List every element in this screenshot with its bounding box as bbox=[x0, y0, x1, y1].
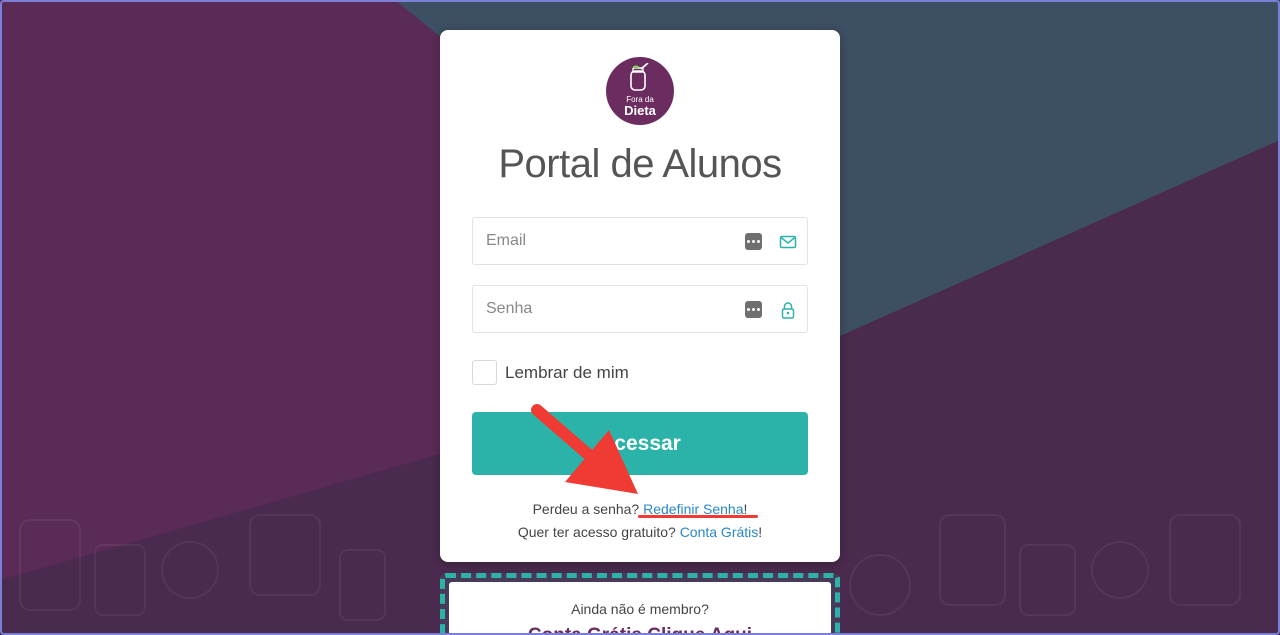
help-links: Perdeu a senha? Redefinir Senha! Quer te… bbox=[440, 498, 840, 544]
remember-me: Lembrar de mim bbox=[472, 360, 629, 385]
mail-icon bbox=[779, 235, 797, 249]
password-input[interactable] bbox=[473, 286, 723, 332]
remember-label[interactable]: Lembrar de mim bbox=[505, 363, 629, 383]
brand-logo: Fora da Dieta bbox=[606, 57, 674, 125]
free-account-link[interactable]: Conta Grátis bbox=[680, 524, 759, 540]
remember-checkbox[interactable] bbox=[472, 360, 497, 385]
promo-inner: Ainda não é membro? Conta Grátis Clique … bbox=[449, 582, 831, 635]
logo-text-line2: Dieta bbox=[624, 103, 656, 118]
password-manager-icon[interactable] bbox=[745, 233, 762, 250]
red-arrow-icon bbox=[531, 404, 638, 494]
password-manager-icon[interactable] bbox=[745, 301, 762, 318]
password-field bbox=[472, 285, 808, 333]
promo-cta-link[interactable]: Conta Grátis Clique Aqui bbox=[449, 625, 831, 635]
free-access-line: Quer ter acesso gratuito? Conta Grátis! bbox=[440, 521, 840, 544]
free-suffix: ! bbox=[758, 524, 763, 540]
jar-icon bbox=[630, 63, 649, 91]
lost-password-text: Perdeu a senha? bbox=[532, 501, 640, 517]
free-access-text: Quer ter acesso gratuito? bbox=[517, 524, 676, 540]
promo-question: Ainda não é membro? bbox=[571, 601, 709, 617]
page-title: Portal de Alunos bbox=[498, 142, 782, 186]
email-field bbox=[472, 217, 808, 265]
email-input[interactable] bbox=[473, 218, 723, 264]
lock-icon bbox=[781, 302, 795, 319]
promo-box: Ainda não é membro? Conta Grátis Clique … bbox=[440, 573, 840, 635]
annotation-underline bbox=[638, 515, 758, 518]
